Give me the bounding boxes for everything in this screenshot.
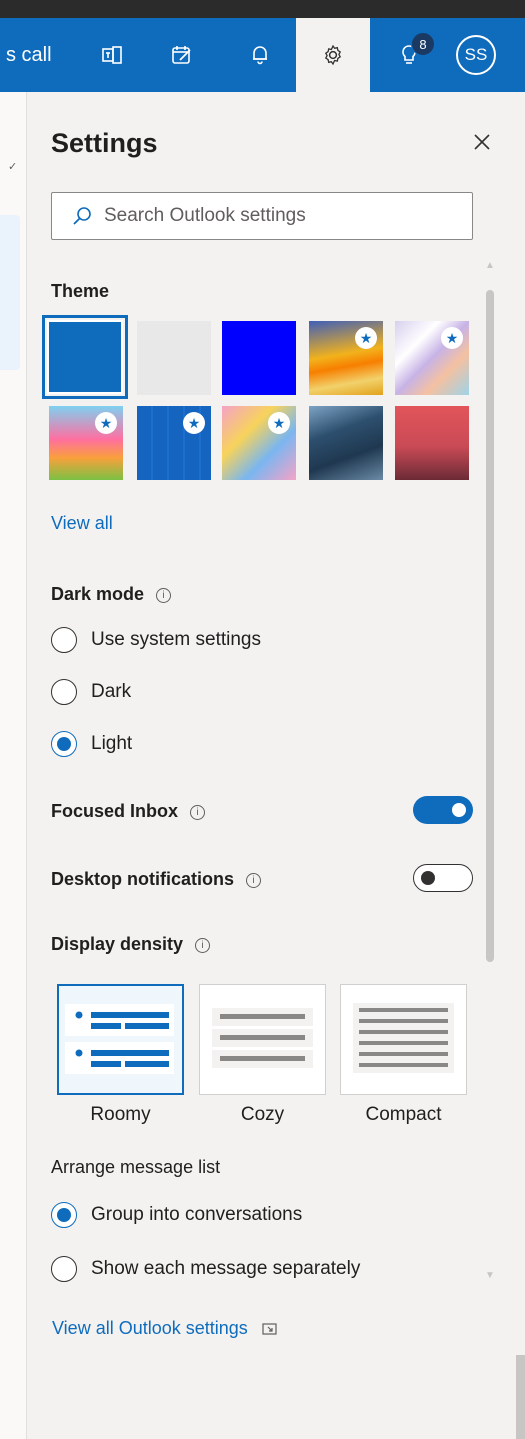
radio-show-each-message-separately[interactable]: Show each message separately — [51, 1256, 360, 1282]
bell-icon[interactable] — [240, 18, 280, 92]
desktop-notifications-label: Desktop notifications i — [51, 869, 262, 890]
display-density-label-text: Display density — [51, 934, 184, 954]
view-all-outlook-settings-text: View all Outlook settings — [52, 1318, 248, 1338]
gear-icon[interactable] — [296, 18, 370, 92]
theme-light-gray[interactable] — [137, 321, 211, 395]
premium-star-icon: ★ — [441, 327, 463, 349]
radio-button[interactable] — [51, 627, 77, 653]
radio-label: Dark — [91, 681, 132, 702]
theme-sunset-waves[interactable]: ★ — [309, 321, 383, 395]
scroll-down-icon[interactable]: ▼ — [485, 1270, 495, 1281]
density-compact-label: Compact — [365, 1104, 442, 1125]
desktop-notifications-toggle[interactable] — [413, 864, 473, 892]
tips-count-badge: 8 — [411, 32, 435, 56]
view-all-themes-link[interactable]: View all — [51, 513, 113, 534]
radio-label: Use system settings — [91, 629, 261, 650]
focused-inbox-toggle[interactable] — [413, 796, 473, 824]
density-cozy-option[interactable] — [199, 984, 326, 1095]
premium-star-icon: ★ — [268, 412, 290, 434]
theme-blue[interactable] — [42, 315, 128, 399]
search-input[interactable] — [102, 204, 446, 228]
radio-dark[interactable]: Dark — [51, 679, 131, 705]
radio-use-system-settings[interactable]: Use system settings — [51, 627, 261, 653]
theme-label: Theme — [51, 281, 110, 301]
settings-title: Settings — [51, 128, 158, 158]
theme-colorful-board[interactable]: ★ — [222, 406, 296, 480]
view-all-outlook-settings-link[interactable]: View all Outlook settings — [52, 1318, 278, 1339]
compact-preview-icon — [353, 1003, 454, 1073]
roomy-preview-icon — [65, 1004, 174, 1074]
theme-pastel-ribbons[interactable]: ★ — [395, 321, 469, 395]
info-icon[interactable]: i — [246, 872, 262, 888]
avatar[interactable]: SS — [456, 35, 496, 75]
density-cozy-label: Cozy — [240, 1104, 285, 1125]
teams-icon[interactable] — [92, 18, 132, 92]
scroll-up-icon[interactable]: ▲ — [485, 260, 495, 271]
my-day-calendar-icon[interactable] — [162, 18, 202, 92]
theme-palm-sunset[interactable] — [395, 406, 469, 480]
desktop-notifications-label-text: Desktop notifications — [51, 869, 235, 889]
topbar-partial-text[interactable]: s call — [6, 44, 52, 67]
radio-label: Light — [91, 733, 133, 754]
radio-light[interactable]: Light — [51, 731, 132, 757]
premium-star-icon: ★ — [183, 412, 205, 434]
cozy-preview-icon — [212, 1008, 313, 1068]
left-pane-selected-card[interactable] — [0, 215, 20, 370]
dark-mode-label: Dark mode i — [51, 584, 172, 605]
radio-group-into-conversations[interactable]: Group into conversations — [51, 1202, 302, 1228]
radio-label: Group into conversations — [91, 1204, 303, 1225]
focused-inbox-label-text: Focused Inbox — [51, 801, 179, 821]
density-compact-option[interactable] — [340, 984, 467, 1095]
theme-bright-blue[interactable] — [222, 321, 296, 395]
focused-inbox-label: Focused Inbox i — [51, 801, 206, 822]
toggle-knob — [421, 871, 435, 885]
density-roomy-label: Roomy — [90, 1104, 151, 1125]
close-icon[interactable] — [468, 128, 496, 156]
radio-button[interactable] — [51, 1202, 77, 1228]
outer-scrollbar[interactable] — [516, 1355, 525, 1439]
toggle-knob — [452, 803, 466, 817]
scrollbar-thumb[interactable] — [486, 290, 494, 962]
premium-star-icon: ★ — [95, 412, 117, 434]
radio-button[interactable] — [51, 1256, 77, 1282]
premium-star-icon: ★ — [355, 327, 377, 349]
dark-mode-label-text: Dark mode — [51, 584, 145, 604]
info-icon[interactable]: i — [190, 804, 206, 820]
arrange-message-list-label: Arrange message list — [51, 1157, 221, 1177]
chevron-down-icon[interactable]: ✓ — [8, 160, 17, 173]
display-density-label: Display density i — [51, 934, 211, 955]
radio-button[interactable] — [51, 679, 77, 705]
search-box[interactable] — [51, 192, 473, 240]
info-icon[interactable]: i — [195, 937, 211, 953]
theme-ocean-rock[interactable] — [309, 406, 383, 480]
info-icon[interactable]: i — [156, 587, 172, 603]
window-top-strip — [0, 0, 525, 18]
theme-fireworks-pig[interactable]: ★ — [49, 406, 123, 480]
density-roomy-option[interactable] — [57, 984, 184, 1095]
theme-blueprint[interactable]: ★ — [137, 406, 211, 480]
open-in-new-window-icon — [262, 1322, 278, 1336]
radio-label: Show each message separately — [91, 1258, 361, 1279]
radio-button[interactable] — [51, 731, 77, 757]
search-icon — [72, 206, 92, 226]
